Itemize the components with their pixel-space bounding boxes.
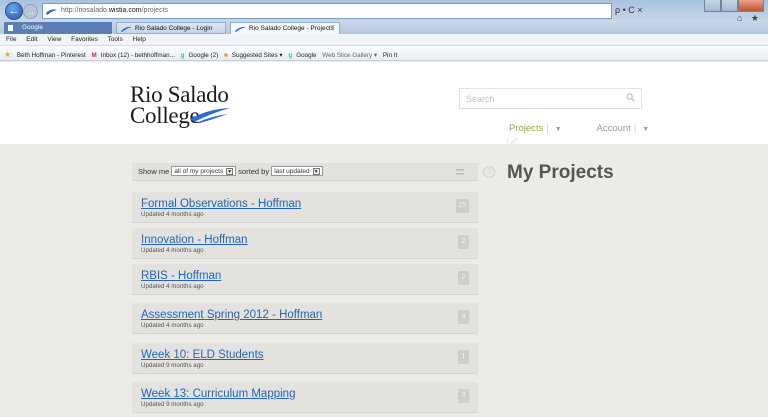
media-count-badge: 2 (458, 235, 469, 249)
main-content: Show me all of my projects ▼ sorted by la… (0, 144, 768, 417)
favorite-web-slice[interactable]: Web Slice Gallery ▾ (322, 52, 377, 59)
favorite-inbox[interactable]: Inbox (12) - bethhoffman... (101, 52, 175, 59)
nav-divider: | (546, 123, 549, 134)
site-header: Rio Salado College Search Projects | ▼ Acc… (0, 62, 768, 148)
menu-help[interactable]: Help (133, 36, 146, 43)
search-icon[interactable] (626, 93, 635, 102)
search-input[interactable]: Search (459, 88, 642, 109)
browser-title-bar: ← → http://riosalado.wistia.com/projects… (0, 0, 768, 23)
browser-menu-bar: File Edit View Favorites Tools Help (0, 34, 768, 46)
favorite-google[interactable]: Google (296, 52, 316, 59)
menu-edit[interactable]: Edit (26, 36, 37, 43)
tab-login[interactable]: Rio Salado College - Login (116, 22, 226, 34)
nav-account[interactable]: Account (597, 123, 631, 134)
media-count-badge: 1 (458, 350, 469, 364)
project-name-link[interactable]: Week 13: Curriculum Mapping (141, 388, 295, 400)
close-window-button[interactable] (738, 0, 764, 12)
site-nav: Projects | ▼ Account | ▼ (509, 123, 649, 134)
tab-projects[interactable]: Rio Salado College - Projects × (230, 22, 340, 34)
project-row[interactable]: Assessment Spring 2012 - Hoffman Updated… (132, 303, 478, 334)
help-icon[interactable]: ? (483, 166, 495, 178)
search-placeholder: Search (466, 94, 495, 104)
project-updated: Updated 9 months ago (141, 401, 204, 408)
sort-select[interactable]: last updated ▼ (271, 166, 323, 176)
chevron-down-icon: ▼ (312, 168, 320, 175)
favorite-suggested-sites[interactable]: Suggested Sites ▾ (232, 52, 283, 59)
project-updated: Updated 4 months ago (141, 247, 204, 254)
scope-select[interactable]: all of my projects ▼ (171, 166, 237, 176)
window-controls (704, 0, 764, 12)
address-domain: wistia.com (108, 7, 142, 14)
project-updated: Updated 4 months ago (141, 283, 204, 290)
forward-button[interactable]: → (23, 4, 38, 19)
nav-projects[interactable]: Projects (509, 123, 543, 134)
project-name-link[interactable]: Formal Observations - Hoffman (141, 198, 301, 210)
list-view-icon[interactable] (456, 169, 464, 175)
favorites-bar: ★ Beth Hoffman - Pinterest M Inbox (12) -… (0, 46, 768, 61)
tab-label: Rio Salado College - Projects (249, 25, 334, 32)
project-row[interactable]: Innovation - Hoffman Updated 4 months ag… (132, 228, 478, 259)
media-count-badge: 4 (458, 310, 469, 324)
nav-divider: | (633, 123, 637, 134)
menu-file[interactable]: File (6, 36, 16, 43)
chevron-down-icon: ▼ (226, 168, 234, 175)
site-favicon-icon (235, 26, 246, 32)
project-row[interactable]: Week 13: Curriculum Mapping Updated 9 mo… (132, 382, 478, 413)
favorites-star-icon[interactable]: ★ (4, 50, 11, 59)
favorite-pin-it[interactable]: Pin It (383, 52, 397, 59)
sort-value: last updated (274, 168, 310, 175)
project-updated: Updated 9 months ago (141, 362, 204, 369)
project-row[interactable]: RBIS - Hoffman Updated 4 months ago 2 (132, 264, 478, 295)
minimize-button[interactable] (704, 0, 721, 12)
logo-line-1: Rio Salado (130, 82, 229, 107)
scope-value: all of my projects (174, 168, 224, 175)
chevron-down-icon[interactable]: ▼ (642, 126, 649, 133)
site-favicon-icon (121, 26, 132, 32)
maximize-button[interactable] (721, 0, 738, 12)
menu-tools[interactable]: Tools (108, 36, 123, 43)
page-title: My Projects (507, 162, 614, 183)
tab-google[interactable]: Google (4, 22, 112, 34)
browser-tab-bar: Google Rio Salado College - Login Rio Sa… (0, 22, 768, 34)
google-icon: g (180, 52, 185, 59)
address-tools[interactable]: ρ • C × (615, 5, 643, 15)
google-icon: g (288, 52, 293, 59)
project-updated: Updated 4 months ago (141, 211, 204, 218)
media-count-badge: 2 (458, 271, 469, 285)
address-bar[interactable]: http://riosalado.wistia.com/projects (42, 3, 612, 19)
address-prefix: http://riosalado. (61, 7, 109, 14)
site-favicon-icon (46, 9, 57, 15)
menu-favorites[interactable]: Favorites (71, 36, 98, 43)
google-icon (8, 25, 13, 31)
back-button[interactable]: ← (5, 2, 23, 20)
menu-view[interactable]: View (47, 36, 61, 43)
suggested-sites-icon: ■ (223, 52, 228, 59)
project-name-link[interactable]: Week 10: ELD Students (141, 349, 264, 361)
project-name-link[interactable]: RBIS - Hoffman (141, 270, 221, 282)
project-name-link[interactable]: Assessment Spring 2012 - Hoffman (141, 309, 322, 321)
tab-close-icon[interactable]: × (331, 24, 335, 31)
project-updated: Updated 4 months ago (141, 322, 204, 329)
address-path: /projects (141, 7, 169, 14)
logo-swoosh-icon (190, 108, 230, 123)
favorite-google-2[interactable]: Google (2) (188, 52, 218, 59)
tab-label: Rio Salado College - Login (135, 25, 213, 32)
media-count-badge: 3 (458, 389, 469, 403)
media-count-badge: 25 (456, 199, 469, 213)
project-filter-bar: Show me all of my projects ▼ sorted by la… (132, 163, 478, 181)
gmail-icon: M (91, 52, 97, 59)
sorted-by-label: sorted by (238, 167, 270, 176)
project-row[interactable]: Formal Observations - Hoffman Updated 4 … (132, 192, 478, 223)
chevron-down-icon[interactable]: ▼ (555, 126, 562, 133)
show-me-label: Show me (138, 167, 170, 176)
project-name-link[interactable]: Innovation - Hoffman (141, 234, 248, 246)
favorite-pinterest[interactable]: Beth Hoffman - Pinterest (17, 52, 86, 59)
tab-label: Google (22, 24, 43, 31)
project-row[interactable]: Week 10: ELD Students Updated 9 months a… (132, 343, 478, 374)
